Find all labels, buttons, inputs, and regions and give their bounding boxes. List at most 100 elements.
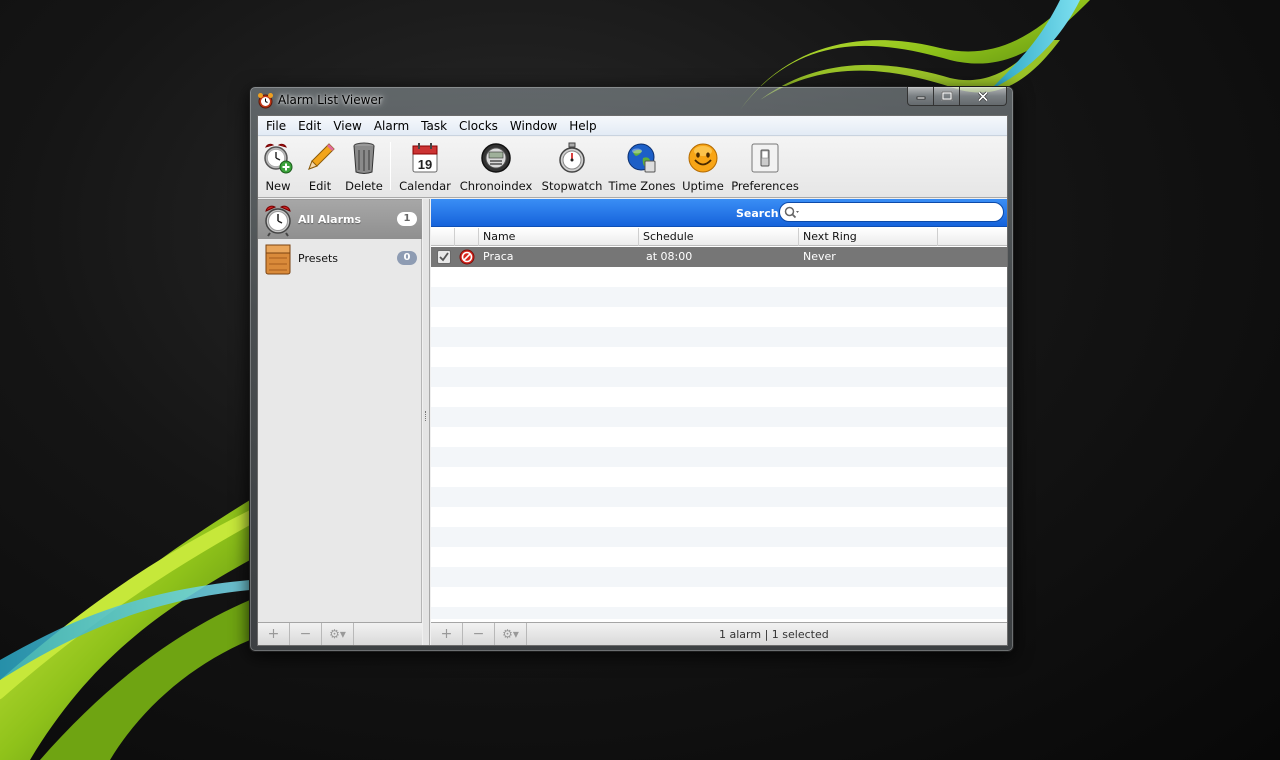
calendar-label: Calendar	[399, 179, 451, 193]
minimize-icon	[916, 96, 925, 100]
maximize-icon	[941, 91, 952, 101]
column-schedule[interactable]: Schedule	[639, 228, 799, 246]
alarm-list-pane: Search Name Schedule Next Ring Praca at …	[431, 199, 1007, 645]
caption-buttons	[907, 87, 1007, 106]
trash-can-icon	[347, 141, 381, 175]
column-status[interactable]	[455, 228, 479, 246]
alarm-schedule: at 08:00	[646, 250, 693, 263]
edit-button[interactable]: Edit	[304, 137, 336, 197]
window-client-area: File Edit View Alarm Task Clocks Window …	[257, 115, 1008, 646]
alarm-remove-button[interactable]: −	[463, 623, 495, 645]
sidebar-item-presets[interactable]: Presets 0	[258, 239, 422, 279]
search-input[interactable]	[802, 205, 997, 219]
app-alarm-clock-icon	[258, 93, 273, 109]
empty-row-stripe	[431, 467, 1007, 487]
preferences-button[interactable]: Preferences	[731, 137, 799, 197]
column-next-ring[interactable]: Next Ring	[799, 228, 938, 246]
status-text: 1 alarm | 1 selected	[719, 628, 829, 641]
menu-bar: File Edit View Alarm Task Clocks Window …	[258, 116, 1007, 136]
menu-file[interactable]: File	[260, 116, 292, 136]
empty-row-stripe	[431, 507, 1007, 527]
alarm-next-ring: Never	[803, 250, 836, 263]
enabled-checkbox[interactable]	[437, 250, 451, 264]
toolbar: New Edit Delete 19 Calendar Chronoindex …	[258, 137, 1007, 198]
sidebar-bottom-bar: + − ⚙▾	[258, 622, 422, 645]
title-bar[interactable]: Alarm List Viewer	[250, 87, 1013, 113]
pencil-icon	[303, 141, 337, 175]
main-bottom-bar: + − ⚙▾ 1 alarm | 1 selected	[431, 622, 1007, 645]
minimize-button[interactable]	[907, 87, 934, 106]
splitter-grip-icon	[425, 411, 427, 421]
stopwatch-icon	[555, 141, 589, 175]
calendar-day-text: 19	[418, 157, 432, 172]
box-icon	[265, 244, 291, 275]
empty-row-stripe	[431, 267, 1007, 287]
empty-row-stripe	[431, 327, 1007, 347]
edit-label: Edit	[308, 179, 332, 193]
empty-row-stripe	[431, 307, 1007, 327]
delete-button[interactable]: Delete	[344, 137, 384, 197]
delete-label: Delete	[345, 179, 383, 193]
all-alarms-label: All Alarms	[298, 213, 362, 226]
chronoindex-icon	[479, 141, 513, 175]
presets-label: Presets	[298, 252, 339, 265]
menu-view[interactable]: View	[327, 116, 367, 136]
sidebar-remove-button[interactable]: −	[290, 623, 322, 645]
uptime-label: Uptime	[682, 179, 724, 193]
empty-row-stripe	[431, 367, 1007, 387]
alarm-clock-plus-icon	[261, 141, 295, 175]
preferences-label: Preferences	[731, 179, 799, 193]
calendar-button[interactable]: 19 Calendar	[399, 137, 451, 197]
sidebar-add-button[interactable]: +	[258, 623, 290, 645]
time-zones-button[interactable]: Time Zones	[608, 137, 676, 197]
table-row[interactable]: Praca at 08:00 Never	[431, 247, 1007, 267]
empty-row-stripe	[431, 527, 1007, 547]
calendar-icon: 19	[408, 141, 442, 175]
sidebar-gear-menu-button[interactable]: ⚙▾	[322, 623, 354, 645]
empty-row-stripe	[431, 447, 1007, 467]
close-button[interactable]	[960, 87, 1007, 106]
time-zones-label: Time Zones	[608, 179, 676, 193]
column-enabled[interactable]	[431, 228, 455, 246]
no-entry-icon	[459, 249, 475, 265]
menu-alarm[interactable]: Alarm	[368, 116, 415, 136]
empty-row-stripe	[431, 487, 1007, 507]
menu-help[interactable]: Help	[563, 116, 602, 136]
switch-icon	[748, 141, 782, 175]
alarm-gear-menu-button[interactable]: ⚙▾	[495, 623, 527, 645]
alarm-name: Praca	[483, 250, 514, 263]
empty-row-stripe	[431, 547, 1007, 567]
pane-splitter[interactable]	[423, 199, 430, 645]
globe-icon	[625, 141, 659, 175]
empty-row-stripe	[431, 567, 1007, 587]
search-label: Search	[736, 207, 779, 220]
new-button[interactable]: New	[260, 137, 296, 197]
menu-task[interactable]: Task	[415, 116, 453, 136]
alarm-table-body: Praca at 08:00 Never	[431, 247, 1007, 619]
menu-edit[interactable]: Edit	[292, 116, 327, 136]
chronoindex-label: Chronoindex	[459, 179, 533, 193]
search-field[interactable]	[779, 202, 1004, 222]
stopwatch-button[interactable]: Stopwatch	[542, 137, 602, 197]
stopwatch-label: Stopwatch	[541, 179, 603, 193]
menu-window[interactable]: Window	[504, 116, 563, 136]
empty-row-stripe	[431, 287, 1007, 307]
column-name[interactable]: Name	[479, 228, 639, 246]
sidebar-item-all-alarms[interactable]: All Alarms 1	[258, 199, 422, 239]
new-label: New	[265, 179, 291, 193]
empty-row-stripe	[431, 387, 1007, 407]
table-header: Name Schedule Next Ring	[431, 228, 1007, 246]
chronoindex-button[interactable]: Chronoindex	[459, 137, 533, 197]
menu-clocks[interactable]: Clocks	[453, 116, 504, 136]
alarm-add-button[interactable]: +	[431, 623, 463, 645]
presets-count-badge: 0	[397, 251, 417, 265]
search-icon	[784, 206, 799, 219]
window-title: Alarm List Viewer	[278, 93, 383, 107]
close-icon	[977, 90, 989, 102]
uptime-button[interactable]: Uptime	[682, 137, 724, 197]
empty-row-stripe	[431, 347, 1007, 367]
sidebar: All Alarms 1 Presets 0 + − ⚙▾	[258, 199, 422, 645]
maximize-button[interactable]	[934, 87, 960, 106]
empty-row-stripe	[431, 587, 1007, 607]
alarm-list-viewer-window: Alarm List Viewer File Edit View Alarm T…	[249, 86, 1014, 652]
